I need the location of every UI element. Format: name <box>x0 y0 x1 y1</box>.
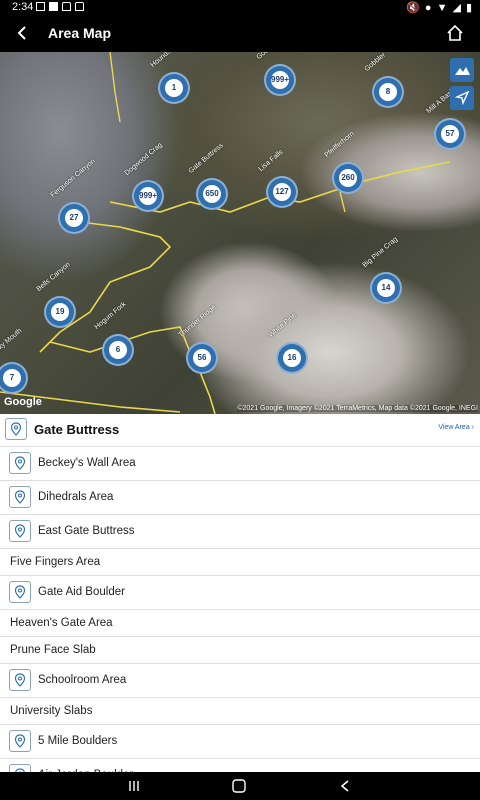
my-location-button[interactable] <box>450 86 474 110</box>
cluster-marker[interactable]: Hounds Tooth 1 <box>150 52 190 104</box>
list-item[interactable]: East Gate Buttress <box>0 515 480 549</box>
cluster-marker[interactable]: Mill A Basin 57 <box>426 87 466 150</box>
list-item-label: Gate Aid Boulder <box>38 586 125 598</box>
cluster-marker[interactable]: Big Pine Crag 14 <box>362 236 402 304</box>
list-item[interactable]: University Slabs <box>0 698 480 725</box>
map-layers-button[interactable] <box>450 58 474 82</box>
back-nav-icon[interactable] <box>338 779 354 793</box>
cluster-marker[interactable]: Thunder Ridge 56 <box>178 304 218 374</box>
page-title: Area Map <box>48 25 112 41</box>
list-item[interactable]: Beckey's Wall Area <box>0 447 480 481</box>
panel-header: Gate Buttress View Area › <box>0 414 480 447</box>
list-item-label: Five Fingers Area <box>10 556 101 568</box>
list-item-label: Beckey's Wall Area <box>38 457 136 469</box>
list-item-label: University Slabs <box>10 705 93 717</box>
signal-icon: ◢ <box>452 2 461 14</box>
status-time: 2:34 <box>12 1 34 13</box>
cluster-marker[interactable]: Dogwood Crag 999+ <box>124 142 164 212</box>
recent-apps-icon[interactable] <box>126 779 142 793</box>
pin-icon <box>9 452 31 474</box>
home-notification-icon <box>62 2 71 11</box>
area-list: Beckey's Wall Area Dihedrals Area East Gat… <box>0 447 480 772</box>
cluster-marker[interactable]: Hogum Fork 6 <box>94 301 134 366</box>
home-nav-icon[interactable] <box>231 779 247 793</box>
pin-icon <box>9 520 31 542</box>
list-item[interactable]: Dihedrals Area <box>0 481 480 515</box>
map-attribution[interactable]: ©2021 Google, Imagery ©2021 TerraMetrics… <box>237 405 478 412</box>
list-item-label: Schoolroom Area <box>38 674 127 686</box>
app-bar: Area Map <box>0 14 480 52</box>
pin-icon <box>9 486 31 508</box>
pin-icon <box>9 764 31 772</box>
pin-icon <box>9 581 31 603</box>
pin-icon <box>9 669 31 691</box>
list-item[interactable]: Five Fingers Area <box>0 549 480 576</box>
list-item-label: 5 Mile Boulders <box>38 735 118 747</box>
home-icon[interactable] <box>446 24 464 42</box>
cluster-marker[interactable]: Gate Buttress 650 <box>188 142 228 210</box>
list-item[interactable]: Heaven's Gate Area <box>0 610 480 637</box>
cluster-marker[interactable]: White Pine 16 <box>268 312 308 374</box>
panel-title: Gate Buttress <box>34 422 120 437</box>
pin-icon <box>5 418 27 440</box>
cluster-marker[interactable]: Gobblers Knob999+ <box>256 52 296 96</box>
list-item-label: East Gate Buttress <box>38 525 135 537</box>
home-notification-icon-2 <box>75 2 84 11</box>
status-bar: 2:34 🔇 ● ▼ ◢ ▮ <box>0 0 480 14</box>
wifi-icon: ▼ <box>436 1 448 14</box>
back-arrow-icon[interactable] <box>14 24 32 42</box>
terrain-icon <box>455 67 470 75</box>
list-item-label: Dihedrals Area <box>38 491 114 503</box>
list-item-label: Prune Face Slab <box>10 644 96 656</box>
pin-icon <box>9 730 31 752</box>
satellite-map[interactable]: Hounds Tooth1 Gobblers Knob999+ Gobbler8… <box>0 52 480 414</box>
list-item[interactable]: Schoolroom Area <box>0 664 480 698</box>
image-icon <box>49 2 58 11</box>
list-item[interactable]: 5 Mile Boulders <box>0 725 480 759</box>
navigation-arrow-icon <box>454 90 470 106</box>
list-item[interactable]: Prune Face Slab <box>0 637 480 664</box>
view-area-link[interactable]: View Area › <box>438 424 474 431</box>
area-list-panel: Gate Buttress View Area › Beckey's Wall … <box>0 414 480 772</box>
battery-icon: ▮ <box>465 2 472 14</box>
cluster-marker[interactable]: Gobbler 8 <box>364 52 404 108</box>
cluster-marker[interactable]: Bells Canyon 19 <box>36 261 76 328</box>
location-icon: ● <box>424 1 432 14</box>
notification-icon <box>36 2 45 11</box>
list-item[interactable]: Air Jordan Boulder <box>0 759 480 772</box>
google-logo: Google <box>4 396 42 408</box>
list-item-label: Heaven's Gate Area <box>10 617 113 629</box>
system-nav-bar <box>0 772 480 800</box>
cluster-marker[interactable]: Ferguson Canyon 27 <box>50 158 97 234</box>
list-item[interactable]: Gate Aid Boulder <box>0 576 480 610</box>
cluster-marker[interactable]: Lisa Falls 127 <box>258 149 298 208</box>
mute-icon: 🔇 <box>406 2 420 14</box>
cluster-marker[interactable]: Pfeifferhorn 260 <box>324 130 364 194</box>
